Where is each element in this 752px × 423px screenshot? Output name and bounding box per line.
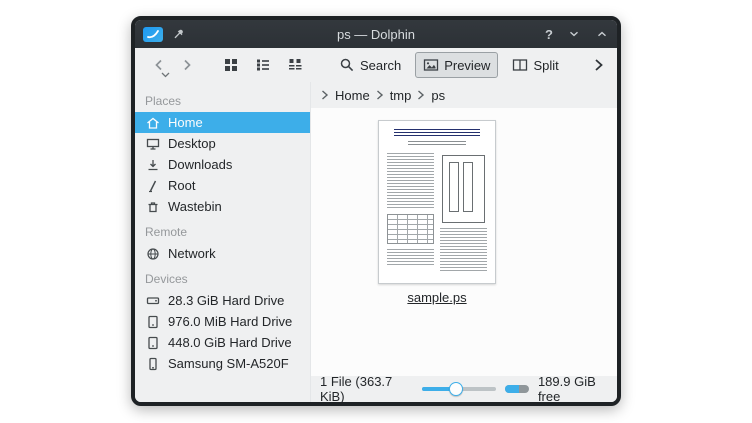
chevron-right-icon (417, 90, 425, 100)
split-button[interactable]: Split (504, 52, 566, 78)
hard-drive-icon (145, 293, 161, 309)
folder-view[interactable]: sample.ps (311, 108, 617, 376)
sidebar-item-label: Home (168, 115, 203, 130)
details-view-icon[interactable] (249, 52, 277, 78)
sidebar-item-label: Samsung SM-A520F (168, 356, 289, 371)
sidebar-item-label: Network (168, 246, 216, 261)
sidebar-item-label: 28.3 GiB Hard Drive (168, 293, 284, 308)
search-button[interactable]: Search (331, 52, 409, 78)
dolphin-window: ps — Dolphin ? (131, 16, 621, 406)
sidebar-item-label: 976.0 MiB Hard Drive (168, 314, 292, 329)
zoom-slider-handle[interactable] (449, 382, 463, 396)
search-button-label: Search (360, 58, 401, 73)
overflow-chevron-icon[interactable] (589, 56, 607, 74)
sidebar-item-label: 448.0 GiB Hard Drive (168, 335, 292, 350)
file-item-sample-ps[interactable]: sample.ps (359, 120, 515, 307)
hard-drive-icon (145, 314, 161, 330)
free-space-label: 189.9 GiB free (538, 374, 608, 404)
globe-icon (145, 246, 161, 262)
sidebar-item-drive-448gib[interactable]: 448.0 GiB Hard Drive (135, 332, 310, 353)
statusbar: 1 File (363.7 KiB) 189.9 GiB free (311, 376, 617, 402)
sidebar-item-drive-976mib[interactable]: 976.0 MiB Hard Drive (135, 311, 310, 332)
sidebar-item-desktop[interactable]: Desktop (135, 133, 310, 154)
search-icon (339, 57, 355, 73)
help-icon[interactable]: ? (545, 28, 553, 41)
icons-view-icon[interactable] (217, 52, 245, 78)
home-icon (145, 115, 161, 131)
statusbar-summary: 1 File (363.7 KiB) (320, 374, 404, 404)
sidebar-item-label: Root (168, 178, 195, 193)
sidebar-section-header-places: Places (135, 86, 310, 112)
sidebar-item-network[interactable]: Network (135, 243, 310, 264)
hard-drive-icon (145, 335, 161, 351)
sidebar-item-root[interactable]: Root (135, 175, 310, 196)
places-panel: Places Home Desktop Downloads (135, 82, 311, 402)
preview-button[interactable]: Preview (415, 52, 498, 78)
maximize-chevron-up-icon[interactable] (595, 27, 609, 41)
file-name-label[interactable]: sample.ps (407, 290, 466, 305)
breadcrumb-item-ps[interactable]: ps (431, 88, 445, 103)
sidebar-item-downloads[interactable]: Downloads (135, 154, 310, 175)
history-chevron-down-icon[interactable] (161, 72, 170, 78)
root-slash-icon (145, 178, 161, 194)
chevron-right-icon (376, 90, 384, 100)
breadcrumb-item-home[interactable]: Home (335, 88, 370, 103)
sidebar-item-home[interactable]: Home (135, 112, 310, 133)
split-button-label: Split (533, 58, 558, 73)
trash-icon (145, 199, 161, 215)
preview-button-label: Preview (444, 58, 490, 73)
postscript-preview-thumbnail (378, 120, 496, 284)
sidebar-item-samsung-phone[interactable]: Samsung SM-A520F (135, 353, 310, 374)
breadcrumb: Home tmp ps (311, 82, 617, 108)
download-icon (145, 157, 161, 173)
breadcrumb-item-tmp[interactable]: tmp (390, 88, 412, 103)
pin-icon[interactable] (172, 27, 186, 41)
sidebar-item-label: Desktop (168, 136, 216, 151)
monitor-icon (145, 136, 161, 152)
preview-icon (423, 57, 439, 73)
minimize-chevron-down-icon[interactable] (567, 27, 581, 41)
sidebar-item-label: Wastebin (168, 199, 222, 214)
sidebar-section-header-devices: Devices (135, 264, 310, 290)
split-icon (512, 57, 528, 73)
forward-icon[interactable] (173, 52, 201, 78)
sidebar-item-label: Downloads (168, 157, 232, 172)
disk-usage-bar (505, 385, 529, 393)
smartphone-icon (145, 356, 161, 372)
dolphin-app-icon (143, 27, 163, 42)
compact-view-icon[interactable] (281, 52, 309, 78)
chevron-right-icon[interactable] (321, 90, 329, 100)
zoom-slider[interactable] (422, 381, 496, 397)
main-toolbar: Search Preview Split (135, 48, 617, 82)
titlebar[interactable]: ps — Dolphin ? (135, 20, 617, 48)
sidebar-item-drive-28gib[interactable]: 28.3 GiB Hard Drive (135, 290, 310, 311)
sidebar-item-wastebin[interactable]: Wastebin (135, 196, 310, 217)
sidebar-section-header-remote: Remote (135, 217, 310, 243)
